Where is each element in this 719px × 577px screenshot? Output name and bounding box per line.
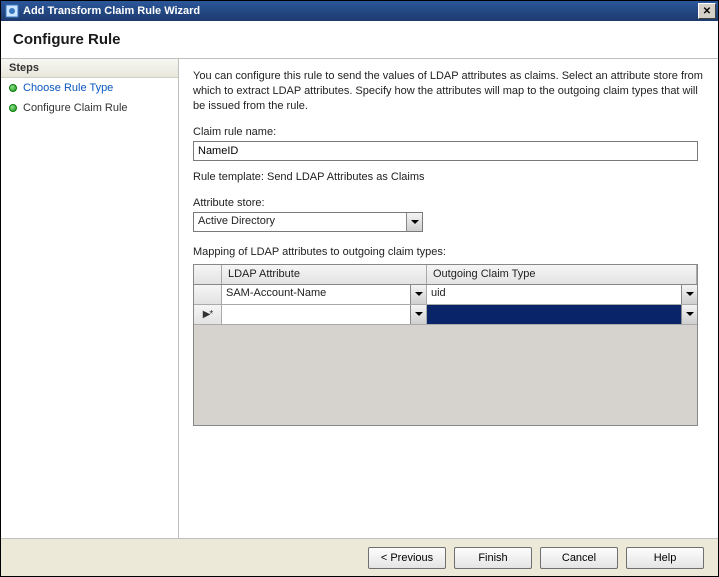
claim-type-dropdown-button[interactable] <box>681 285 697 304</box>
chevron-down-icon <box>415 312 423 316</box>
step-configure-claim-rule[interactable]: Configure Claim Rule <box>1 98 178 118</box>
titlebar: Add Transform Claim Rule Wizard ✕ <box>1 1 718 21</box>
ldap-attribute-cell[interactable]: SAM-Account-Name <box>222 285 427 304</box>
step-choose-rule-type[interactable]: Choose Rule Type <box>1 78 178 98</box>
table-row: ▶* <box>194 305 697 325</box>
grid-header-claim: Outgoing Claim Type <box>427 265 697 284</box>
mapping-grid: LDAP Attribute Outgoing Claim Type SAM-A… <box>193 264 698 426</box>
claim-type-value: uid <box>427 285 681 304</box>
window-title: Add Transform Claim Rule Wizard <box>23 5 698 17</box>
claim-type-dropdown-button[interactable] <box>681 305 697 324</box>
step-bullet-icon <box>9 84 17 92</box>
grid-empty-area <box>194 325 697 425</box>
chevron-down-icon <box>411 220 419 224</box>
claim-rule-name-input[interactable] <box>193 141 698 161</box>
help-button[interactable]: Help <box>626 547 704 569</box>
body: Steps Choose Rule Type Configure Claim R… <box>1 59 718 538</box>
grid-header-selector <box>194 265 222 284</box>
ldap-attribute-dropdown-button[interactable] <box>410 285 426 304</box>
cancel-button[interactable]: Cancel <box>540 547 618 569</box>
close-icon: ✕ <box>703 6 711 17</box>
table-row: SAM-Account-Name uid <box>194 285 697 305</box>
row-selector-new[interactable]: ▶* <box>194 305 222 324</box>
ldap-attribute-value <box>222 305 410 324</box>
attribute-store-value: Active Directory <box>194 213 406 231</box>
chevron-down-icon <box>415 292 423 296</box>
claim-type-cell[interactable]: uid <box>427 285 697 304</box>
claim-type-value <box>427 305 681 324</box>
wizard-icon <box>5 4 19 18</box>
new-row-icon: ▶* <box>203 309 213 320</box>
footer-buttons: < Previous Finish Cancel Help <box>1 538 718 576</box>
grid-header-ldap: LDAP Attribute <box>222 265 427 284</box>
claim-rule-name-label: Claim rule name: <box>193 126 704 138</box>
previous-button[interactable]: < Previous <box>368 547 446 569</box>
step-label: Configure Claim Rule <box>23 102 128 114</box>
claim-type-cell[interactable] <box>427 305 697 324</box>
chevron-down-icon <box>686 312 694 316</box>
grid-header-row: LDAP Attribute Outgoing Claim Type <box>194 265 697 285</box>
ldap-attribute-dropdown-button[interactable] <box>410 305 426 324</box>
steps-sidebar: Steps Choose Rule Type Configure Claim R… <box>1 59 179 538</box>
steps-header: Steps <box>1 59 178 78</box>
main-panel: You can configure this rule to send the … <box>179 59 718 538</box>
close-button[interactable]: ✕ <box>698 3 716 19</box>
ldap-attribute-value: SAM-Account-Name <box>222 285 410 304</box>
attribute-store-dropdown-button[interactable] <box>406 213 422 231</box>
rule-template-text: Rule template: Send LDAP Attributes as C… <box>193 171 704 183</box>
description-text: You can configure this rule to send the … <box>193 69 704 114</box>
chevron-down-icon <box>686 292 694 296</box>
attribute-store-combo[interactable]: Active Directory <box>193 212 423 232</box>
page-heading: Configure Rule <box>1 21 718 59</box>
step-bullet-icon <box>9 104 17 112</box>
attribute-store-label: Attribute store: <box>193 197 704 209</box>
row-selector[interactable] <box>194 285 222 304</box>
mapping-label: Mapping of LDAP attributes to outgoing c… <box>193 246 704 258</box>
step-label: Choose Rule Type <box>23 82 113 94</box>
finish-button[interactable]: Finish <box>454 547 532 569</box>
ldap-attribute-cell[interactable] <box>222 305 427 324</box>
